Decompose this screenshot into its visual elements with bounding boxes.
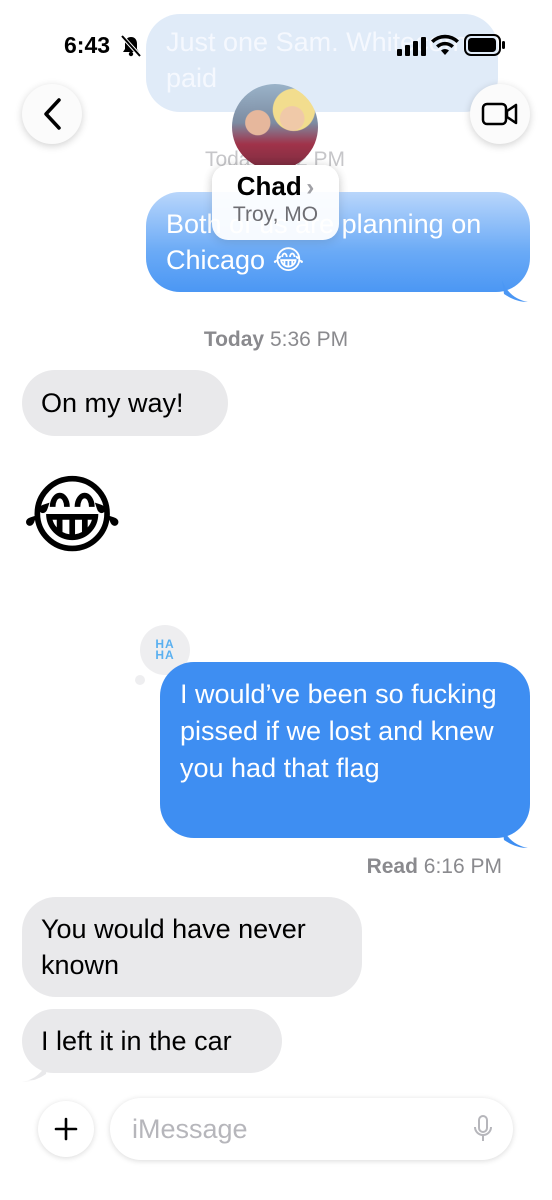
contact-chevron-icon: ›	[306, 174, 315, 201]
imessage-placeholder: iMessage	[132, 1114, 248, 1144]
video-camera-icon	[481, 102, 518, 126]
apps-plus-button[interactable]	[38, 1101, 94, 1157]
contact-name-label: Chad	[236, 171, 302, 201]
sent-message-bubble-2[interactable]: I would’ve been so fucking pissed if we …	[160, 662, 530, 838]
imessage-input[interactable]: iMessage	[110, 1098, 513, 1160]
timestamp: Today 5:36 PM	[203, 328, 349, 351]
back-button[interactable]	[22, 84, 82, 144]
plus-icon	[54, 1117, 78, 1141]
battery-icon	[464, 34, 506, 61]
sent-message-faded-top[interactable]: Just one Sam. Whitecorn paid	[146, 14, 498, 112]
received-message-bubble-3[interactable]: I left it in the car	[22, 1009, 282, 1073]
contact-card-overlay[interactable]: Chad › Troy, MO	[212, 165, 339, 240]
read-receipt: Read 6:16 PM	[366, 855, 502, 878]
contact-location-label: Troy, MO	[232, 203, 319, 226]
chevron-left-icon	[44, 98, 61, 130]
received-message-bubble[interactable]: On my way!	[22, 370, 228, 436]
received-emoji-message[interactable]: 😂	[22, 466, 123, 566]
tapback-dot	[135, 675, 145, 685]
avatar[interactable]	[232, 84, 318, 170]
bubble-tail	[502, 280, 528, 302]
signal-icon	[397, 36, 429, 61]
status-time: 6:43	[64, 32, 111, 58]
received-message-bubble-2[interactable]: You would have never known	[22, 897, 362, 997]
facetime-video-button[interactable]	[470, 84, 530, 144]
microphone-icon[interactable]	[473, 1114, 493, 1144]
wifi-icon	[430, 34, 460, 61]
silent-bell-icon	[120, 34, 142, 63]
bubble-tail-2	[502, 826, 528, 848]
